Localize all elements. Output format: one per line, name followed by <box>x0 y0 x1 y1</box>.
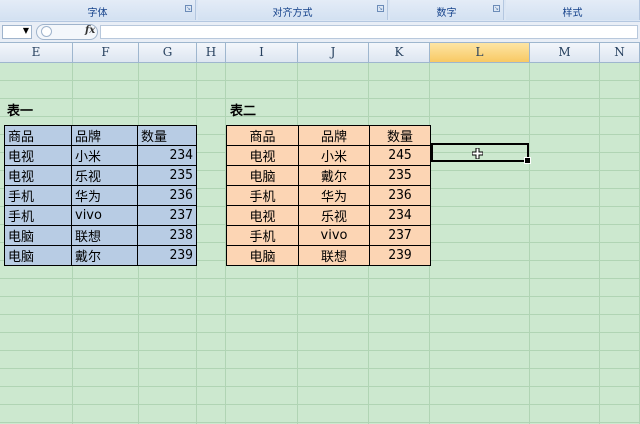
column-header-g[interactable]: G <box>139 43 197 63</box>
table2: 商品 品牌 数量 电视 小米 245 电脑 戴尔 235 手机 华为 236 电… <box>226 125 431 266</box>
cell[interactable]: 戴尔 <box>71 245 138 266</box>
cell[interactable]: 239 <box>137 245 197 266</box>
header-cell[interactable]: 数量 <box>369 125 431 146</box>
column-header-h[interactable]: H <box>197 43 226 63</box>
ribbon-group-label: 对齐方式 <box>272 8 313 19</box>
dialog-launcher-icon[interactable]: ↘ <box>493 5 500 12</box>
cell[interactable]: 236 <box>137 185 197 206</box>
cell[interactable]: 电脑 <box>4 245 72 266</box>
ribbon-group-alignment: 对齐方式 ↘ <box>198 0 388 20</box>
column-header-e[interactable]: E <box>0 43 73 63</box>
header-cell[interactable]: 品牌 <box>71 125 138 146</box>
ribbon-group-styles: 样式 <box>506 0 640 20</box>
cell[interactable]: 手机 <box>226 225 299 246</box>
column-header-m[interactable]: M <box>530 43 600 63</box>
table1: 商品 品牌 数量 电视 小米 234 电视 乐视 235 手机 华为 236 手… <box>4 125 197 266</box>
column-header-j[interactable]: J <box>298 43 369 63</box>
cell[interactable]: 手机 <box>4 185 72 206</box>
ribbon-group-label: 字体 <box>87 8 108 19</box>
cell[interactable]: 239 <box>369 245 431 266</box>
cell[interactable]: 小米 <box>298 145 370 166</box>
table-header-row: 商品 品牌 数量 <box>4 125 197 146</box>
dialog-launcher-icon[interactable]: ↘ <box>377 5 384 12</box>
cell[interactable]: 237 <box>369 225 431 246</box>
cell[interactable]: 238 <box>137 225 197 246</box>
table1-title: 表一 <box>7 104 34 119</box>
cell[interactable]: 联想 <box>298 245 370 266</box>
cell[interactable]: 手机 <box>4 205 72 226</box>
column-header-i[interactable]: I <box>226 43 298 63</box>
table-row: 电脑 戴尔 235 <box>226 165 431 186</box>
header-cell[interactable]: 商品 <box>4 125 72 146</box>
table-row: 手机 vivo 237 <box>4 205 197 226</box>
insert-function-button[interactable]: fx <box>85 25 95 36</box>
table-row: 电脑 联想 239 <box>226 245 431 266</box>
column-header-f[interactable]: F <box>73 43 139 63</box>
ribbon-group-font: 字体 ↘ <box>0 0 196 20</box>
dialog-launcher-icon[interactable]: ↘ <box>185 5 192 12</box>
cell[interactable]: 联想 <box>71 225 138 246</box>
cell[interactable]: 乐视 <box>71 165 138 186</box>
cell-cursor-icon <box>472 148 483 159</box>
fill-handle[interactable] <box>524 157 531 164</box>
column-header-k[interactable]: K <box>369 43 430 63</box>
ribbon-group-label: 数字 <box>436 8 457 19</box>
column-header-n[interactable]: N <box>600 43 640 63</box>
cell[interactable]: 乐视 <box>298 205 370 226</box>
ribbon-group-number: 数字 ↘ <box>390 0 504 20</box>
table-row: 电视 小米 245 <box>226 145 431 166</box>
cell[interactable]: 电视 <box>226 145 299 166</box>
cell[interactable]: 电视 <box>226 205 299 226</box>
cell[interactable]: 手机 <box>226 185 299 206</box>
table-row: 手机 华为 236 <box>4 185 197 206</box>
cell[interactable]: 华为 <box>71 185 138 206</box>
header-cell[interactable]: 数量 <box>137 125 197 146</box>
ribbon: 字体 ↘ 对齐方式 ↘ 数字 ↘ 样式 <box>0 0 640 21</box>
table-row: 电视 乐视 234 <box>226 205 431 226</box>
table-row: 手机 vivo 237 <box>226 225 431 246</box>
cell[interactable]: 电视 <box>4 145 72 166</box>
table-row: 手机 华为 236 <box>226 185 431 206</box>
table-row: 电脑 戴尔 239 <box>4 245 197 266</box>
formula-bar: ▼ fx <box>0 21 640 43</box>
cell[interactable]: 华为 <box>298 185 370 206</box>
cell[interactable]: 245 <box>369 145 431 166</box>
cell[interactable]: 戴尔 <box>298 165 370 186</box>
cell[interactable]: 236 <box>369 185 431 206</box>
cell[interactable]: 电脑 <box>4 225 72 246</box>
table2-title: 表二 <box>230 104 257 119</box>
table-row: 电视 乐视 235 <box>4 165 197 186</box>
name-box[interactable]: ▼ <box>2 25 32 39</box>
chevron-down-icon[interactable]: ▼ <box>23 26 29 35</box>
formula-input[interactable] <box>100 25 638 39</box>
header-cell[interactable]: 商品 <box>226 125 299 146</box>
ribbon-group-label: 样式 <box>562 8 583 19</box>
formula-controls: fx <box>36 24 98 40</box>
expand-circle-icon[interactable] <box>41 26 52 37</box>
gridline <box>529 63 530 424</box>
header-cell[interactable]: 品牌 <box>298 125 370 146</box>
table-header-row: 商品 品牌 数量 <box>226 125 431 146</box>
cell[interactable]: 小米 <box>71 145 138 166</box>
cell[interactable]: 235 <box>137 165 197 186</box>
cell[interactable]: vivo <box>298 225 370 246</box>
cell[interactable]: 234 <box>137 145 197 166</box>
table-row: 电视 小米 234 <box>4 145 197 166</box>
cell[interactable]: vivo <box>71 205 138 226</box>
cell[interactable]: 电脑 <box>226 245 299 266</box>
cell[interactable]: 234 <box>369 205 431 226</box>
cell[interactable]: 电视 <box>4 165 72 186</box>
cell[interactable]: 235 <box>369 165 431 186</box>
cell[interactable]: 237 <box>137 205 197 226</box>
gridline <box>599 63 600 424</box>
cell[interactable]: 电脑 <box>226 165 299 186</box>
column-header-l[interactable]: L <box>430 43 530 63</box>
table-row: 电脑 联想 238 <box>4 225 197 246</box>
